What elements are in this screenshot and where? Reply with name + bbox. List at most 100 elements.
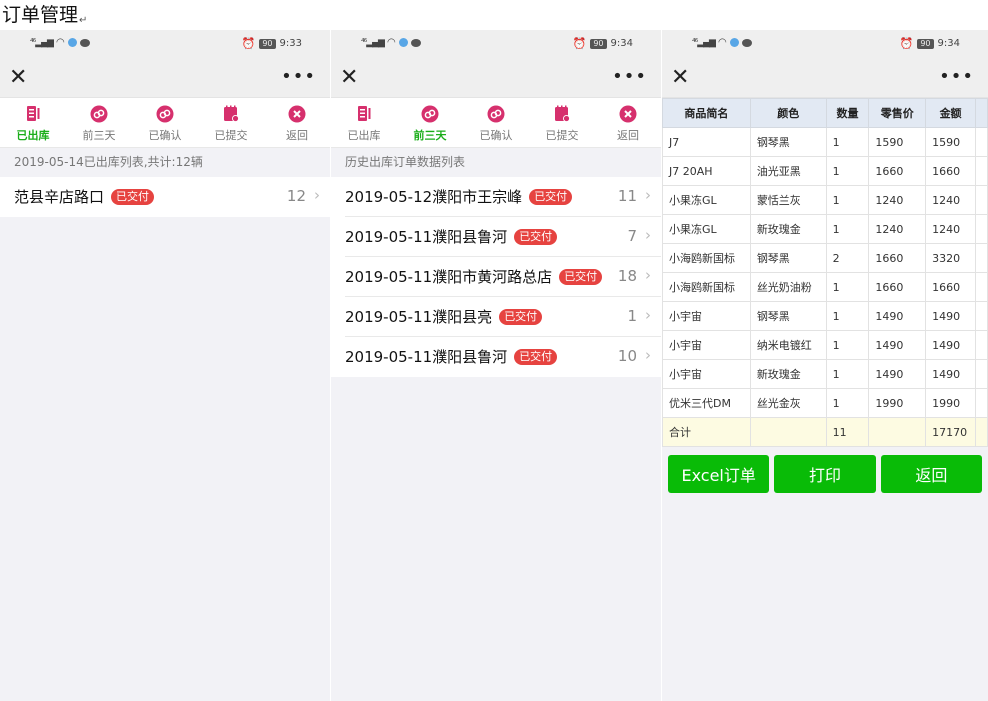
cell-color: 丝光金灰 xyxy=(749,388,827,418)
table-row: J7 20AH 油光亚黑 1 1660 1660 xyxy=(662,156,988,186)
list-item[interactable]: 2019-05-11濮阳县鲁河 已交付 7 › xyxy=(345,217,661,257)
status-badge: 已交付 xyxy=(111,189,155,205)
cell-total-blank xyxy=(868,417,927,447)
list-item-title: 2019-05-11濮阳县亮 已交付 xyxy=(345,306,543,327)
tab-outbound[interactable]: 已出库 xyxy=(331,98,397,147)
list-item[interactable]: 范县辛店路口 已交付 12 › xyxy=(14,177,330,217)
table-row: 小宇宙 钢琴黑 1 1490 1490 xyxy=(662,301,988,331)
cell-color: 新玫瑰金 xyxy=(749,214,827,244)
list-item-count: 10 xyxy=(617,347,637,365)
alarm-icon: ⏰ xyxy=(572,37,587,50)
table-header-row: 商品简名 颜色 数量 零售价 金额 xyxy=(662,98,988,128)
table-row: 小海鸥新国标 钢琴黑 2 1660 3320 xyxy=(662,243,988,273)
battery-icon: 90 xyxy=(917,38,934,49)
tab-submitted[interactable]: 已提交 xyxy=(198,98,264,147)
chevron-right-icon: › xyxy=(645,226,651,244)
cell-product: 小宇宙 xyxy=(662,330,751,360)
list-item-count: 12 xyxy=(286,187,306,205)
phone-screen-history: ⁴⁶▂▄▆ ◠ ⏰ 90 9:34 ✕ ••• 已出库 前三天 已确认 已提交 返回 … xyxy=(331,30,661,701)
cell-qty: 1 xyxy=(825,127,870,157)
tab-label: 前三天 xyxy=(82,129,116,142)
app-notification-icon xyxy=(398,38,408,47)
list-item[interactable]: 2019-05-11濮阳县鲁河 已交付 10 › xyxy=(345,337,661,377)
document-title-text: 订单管理 xyxy=(2,4,79,26)
excel-order-button[interactable]: Excel订单 xyxy=(668,455,770,493)
status-badge: 已交付 xyxy=(559,269,603,285)
cell-qty: 1 xyxy=(825,359,870,389)
cell-blank xyxy=(975,417,988,447)
tab-label: 已提交 xyxy=(214,129,248,142)
app-notification-icon xyxy=(67,38,77,47)
phone-screen-outbound: ⁴⁶▂▄▆ ◠ ⏰ 90 9:33 ✕ ••• 已出库 前三天 已确认 已提交 返回 … xyxy=(0,30,330,701)
circle-link-icon xyxy=(156,105,174,123)
tab-label: 前三天 xyxy=(413,129,447,142)
alarm-icon: ⏰ xyxy=(241,37,256,50)
tab-label: 返回 xyxy=(286,129,308,142)
cell-price: 1240 xyxy=(868,214,927,244)
wifi-icon: ◠ xyxy=(55,37,65,48)
tab-last-three-days[interactable]: 前三天 xyxy=(66,98,132,147)
close-circle-icon xyxy=(619,105,637,123)
back-button[interactable]: 返回 xyxy=(880,455,982,493)
tab-back[interactable]: 返回 xyxy=(264,98,330,147)
cell-color: 新玫瑰金 xyxy=(749,359,827,389)
tab-back[interactable]: 返回 xyxy=(595,98,661,147)
status-badge: 已交付 xyxy=(529,189,573,205)
cell-blank xyxy=(975,243,988,273)
cell-blank xyxy=(975,330,988,360)
column-header: 金额 xyxy=(925,98,977,128)
list-item[interactable]: 2019-05-11濮阳市黄河路总店 已交付 18 › xyxy=(345,257,661,297)
table-row: 小宇宙 纳米电镀红 1 1490 1490 xyxy=(662,330,988,360)
cell-amount: 3320 xyxy=(925,243,977,273)
more-icon[interactable]: ••• xyxy=(939,62,974,92)
return-mark: ↵ xyxy=(79,15,88,26)
tab-last-three-days[interactable]: 前三天 xyxy=(397,98,463,147)
tab-bar: 已出库 前三天 已确认 已提交 返回 xyxy=(0,98,330,148)
tab-confirmed[interactable]: 已确认 xyxy=(132,98,198,147)
tab-submitted[interactable]: 已提交 xyxy=(529,98,595,147)
cell-product: 小果冻GL xyxy=(662,214,751,244)
list-item-title-text: 2019-05-11濮阳县鲁河 xyxy=(345,228,508,246)
cell-blank xyxy=(975,185,988,215)
close-icon[interactable]: ✕ xyxy=(671,63,689,93)
cell-price: 1490 xyxy=(868,330,927,360)
table-row: J7 钢琴黑 1 1590 1590 xyxy=(662,127,988,157)
column-header: 数量 xyxy=(825,98,870,128)
document-icon xyxy=(27,106,40,121)
status-bar: ⁴⁶▂▄▆ ◠ ⏰ 90 9:34 xyxy=(331,30,661,58)
list-item[interactable]: 2019-05-11濮阳县亮 已交付 1 › xyxy=(345,297,661,337)
alarm-icon: ⏰ xyxy=(899,37,914,50)
close-icon[interactable]: ✕ xyxy=(9,63,27,93)
list-item-count: 18 xyxy=(617,267,637,285)
list-item-title: 2019-05-11濮阳县鲁河 已交付 xyxy=(345,346,558,367)
nav-bar: ✕ ••• xyxy=(331,58,661,98)
list-item[interactable]: 2019-05-12濮阳市王宗峰 已交付 11 › xyxy=(345,177,661,217)
cell-blank xyxy=(975,127,988,157)
cell-price: 1660 xyxy=(868,243,927,273)
list-item-title-text: 范县辛店路口 xyxy=(14,188,105,206)
list-item-count: 7 xyxy=(627,227,637,245)
status-bar: ⁴⁶▂▄▆ ◠ ⏰ 90 9:33 xyxy=(0,30,330,58)
print-button[interactable]: 打印 xyxy=(774,455,876,493)
document-title: 订单管理↵ xyxy=(2,2,87,28)
tab-confirmed[interactable]: 已确认 xyxy=(463,98,529,147)
nav-bar: ✕ ••• xyxy=(662,58,988,98)
tab-outbound[interactable]: 已出库 xyxy=(0,98,66,147)
table-row: 小宇宙 新玫瑰金 1 1490 1490 xyxy=(662,359,988,389)
nav-bar: ✕ ••• xyxy=(0,58,330,98)
cell-qty: 1 xyxy=(825,388,870,418)
more-icon[interactable]: ••• xyxy=(281,62,316,92)
close-icon[interactable]: ✕ xyxy=(340,63,358,93)
cell-amount: 1490 xyxy=(925,330,977,360)
table-row: 小果冻GL 新玫瑰金 1 1240 1240 xyxy=(662,214,988,244)
cell-color: 油光亚黑 xyxy=(749,156,827,186)
status-time: 9:34 xyxy=(610,38,633,49)
cell-amount: 1240 xyxy=(925,185,977,215)
list-item-title: 2019-05-11濮阳市黄河路总店 已交付 xyxy=(345,266,603,287)
cell-blank xyxy=(975,359,988,389)
order-detail-table-wrap: 商品简名 颜色 数量 零售价 金额 J7 钢琴黑 1 1590 1590 J7 20AH… xyxy=(662,98,988,447)
cell-blank xyxy=(975,388,988,418)
more-icon[interactable]: ••• xyxy=(612,62,647,92)
cell-amount: 1240 xyxy=(925,214,977,244)
chevron-right-icon: › xyxy=(645,186,651,204)
